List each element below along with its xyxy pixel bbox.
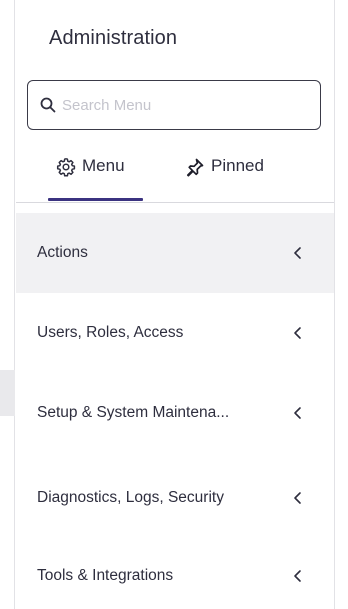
menu-item-users-roles-access[interactable]: Users, Roles, Access	[16, 293, 334, 373]
tab-menu-label: Menu	[82, 156, 125, 175]
menu-item-label: Diagnostics, Logs, Security	[37, 489, 224, 506]
menu-item-label: Setup & System Maintena...	[37, 404, 230, 421]
chevron-left-icon	[292, 491, 304, 505]
search-input[interactable]	[62, 96, 292, 114]
menu-item-setup-system-maintenance[interactable]: Setup & System Maintena...	[16, 373, 334, 453]
resize-handle[interactable]	[0, 370, 15, 416]
chevron-left-icon	[292, 406, 304, 420]
chevron-left-icon	[292, 569, 304, 583]
menu-item-label: Users, Roles, Access	[37, 324, 184, 341]
menu-item-label: Tools & Integrations	[37, 567, 174, 584]
search-box[interactable]	[27, 80, 321, 130]
menu-item-actions[interactable]: Actions	[16, 213, 334, 293]
menu-item-label: Actions	[37, 244, 88, 261]
panel-right-border	[334, 0, 335, 609]
left-gutter	[0, 0, 15, 609]
panel-title: Administration	[49, 27, 178, 49]
tab-menu[interactable]: Menu	[56, 150, 148, 202]
tabs-divider	[16, 202, 334, 203]
active-tab-indicator	[48, 198, 143, 201]
search-icon	[40, 97, 56, 113]
menu-tabs: Menu Pinned	[16, 150, 334, 202]
admin-menu-window: Administration Menu	[0, 0, 348, 609]
pin-icon	[185, 157, 205, 177]
admin-sidebar-panel: Administration Menu	[16, 0, 334, 609]
menu-item-diagnostics-logs-security[interactable]: Diagnostics, Logs, Security	[16, 458, 334, 538]
tab-pinned-label: Pinned	[211, 156, 264, 175]
menu-item-tools-integrations[interactable]: Tools & Integrations	[16, 536, 334, 609]
gear-icon	[56, 157, 76, 177]
chevron-left-icon	[292, 246, 304, 260]
tab-pinned[interactable]: Pinned	[185, 150, 305, 202]
chevron-left-icon	[292, 326, 304, 340]
